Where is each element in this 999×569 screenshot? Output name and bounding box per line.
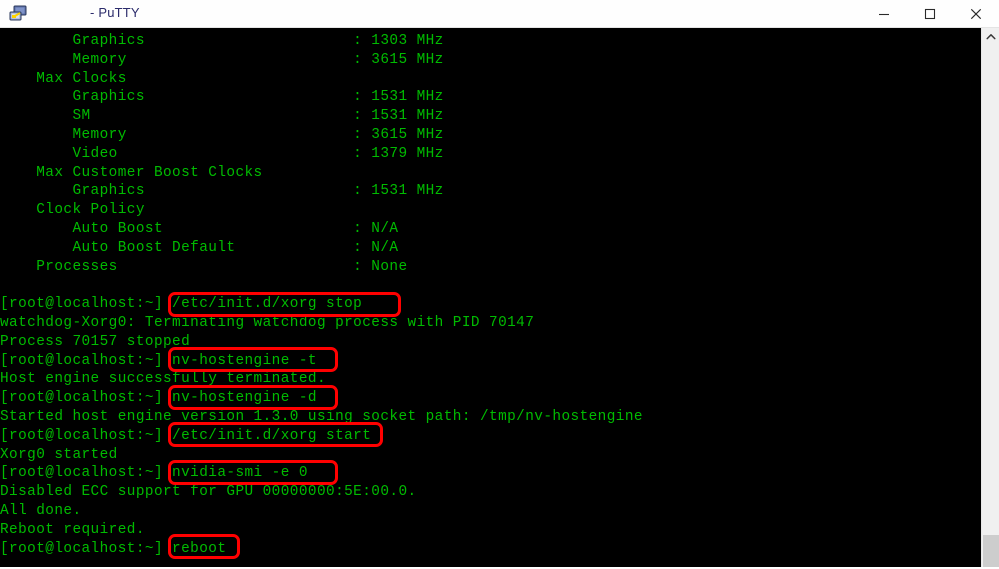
terminal-line: Reboot required. [0, 521, 145, 538]
terminal-line: [root@localhost:~] nvidia-smi -e 0 [0, 465, 308, 482]
scrollbar-thumb[interactable] [983, 535, 999, 567]
maximize-button[interactable] [907, 0, 953, 28]
window-title: - PuTTY [90, 5, 140, 20]
terminal-line: Graphics : 1531 MHz [0, 89, 444, 106]
terminal-line: Max Customer Boost Clocks [0, 164, 263, 181]
terminal-line: Auto Boost Default : N/A [0, 239, 399, 256]
terminal-line: Max Clocks [0, 70, 127, 87]
putty-window: - PuTTY Graphics: 1303 MHz Memory: 361… [0, 0, 999, 569]
terminal-line: [root@localhost:~] /etc/init.d/xorg star… [0, 427, 372, 444]
terminal-line: Processes : None [0, 258, 408, 275]
terminal-line: Started host engine version 1.3.0 using … [0, 409, 643, 425]
terminal-line: Memory : 3615 MHz [0, 127, 444, 143]
terminal-line: Clock Policy [0, 202, 145, 219]
terminal-line: Graphics : 1303 MHz [0, 33, 444, 49]
terminal-line: All done. [0, 503, 82, 519]
terminal-line: SM : 1531 MHz [0, 108, 444, 125]
terminal-line: Xorg0 started [0, 446, 118, 463]
terminal-scrollbar[interactable] [981, 28, 999, 569]
terminal-line: watchdog-Xorg0: Terminating watchdog pro… [0, 315, 535, 331]
terminal-line: Disabled ECC support for GPU 00000000:5E… [0, 484, 417, 501]
window-controls [861, 0, 999, 28]
title-bar: - PuTTY [0, 0, 999, 28]
terminal-line: Graphics : 1531 MHz [0, 183, 444, 200]
terminal-line: Host engine successfully terminated. [0, 371, 327, 388]
terminal-output[interactable]: Graphics : 1303 MHz Memory : 3615 MHz Ma… [0, 28, 981, 569]
putty-icon [9, 4, 29, 24]
terminal-line: [root@localhost:~] reboot [0, 540, 227, 557]
minimize-button[interactable] [861, 0, 907, 28]
terminal-line: Auto Boost : N/A [0, 221, 399, 237]
terminal-line: [root@localhost:~] nv-hostengine -d [0, 390, 317, 407]
terminal-line: Process 70157 stopped [0, 333, 191, 350]
terminal-line: [root@localhost:~] nv-hostengine -t [0, 352, 317, 369]
terminal-line: Memory : 3615 MHz [0, 51, 444, 68]
terminal-line: Video : 1379 MHz [0, 145, 444, 162]
close-button[interactable] [953, 0, 999, 28]
scroll-up-arrow-icon[interactable] [982, 28, 999, 46]
terminal-line: [root@localhost:~] /etc/init.d/xorg stop [0, 296, 363, 313]
terminal-text-area: Graphics : 1303 MHz Memory : 3615 MHz Ma… [0, 28, 981, 569]
